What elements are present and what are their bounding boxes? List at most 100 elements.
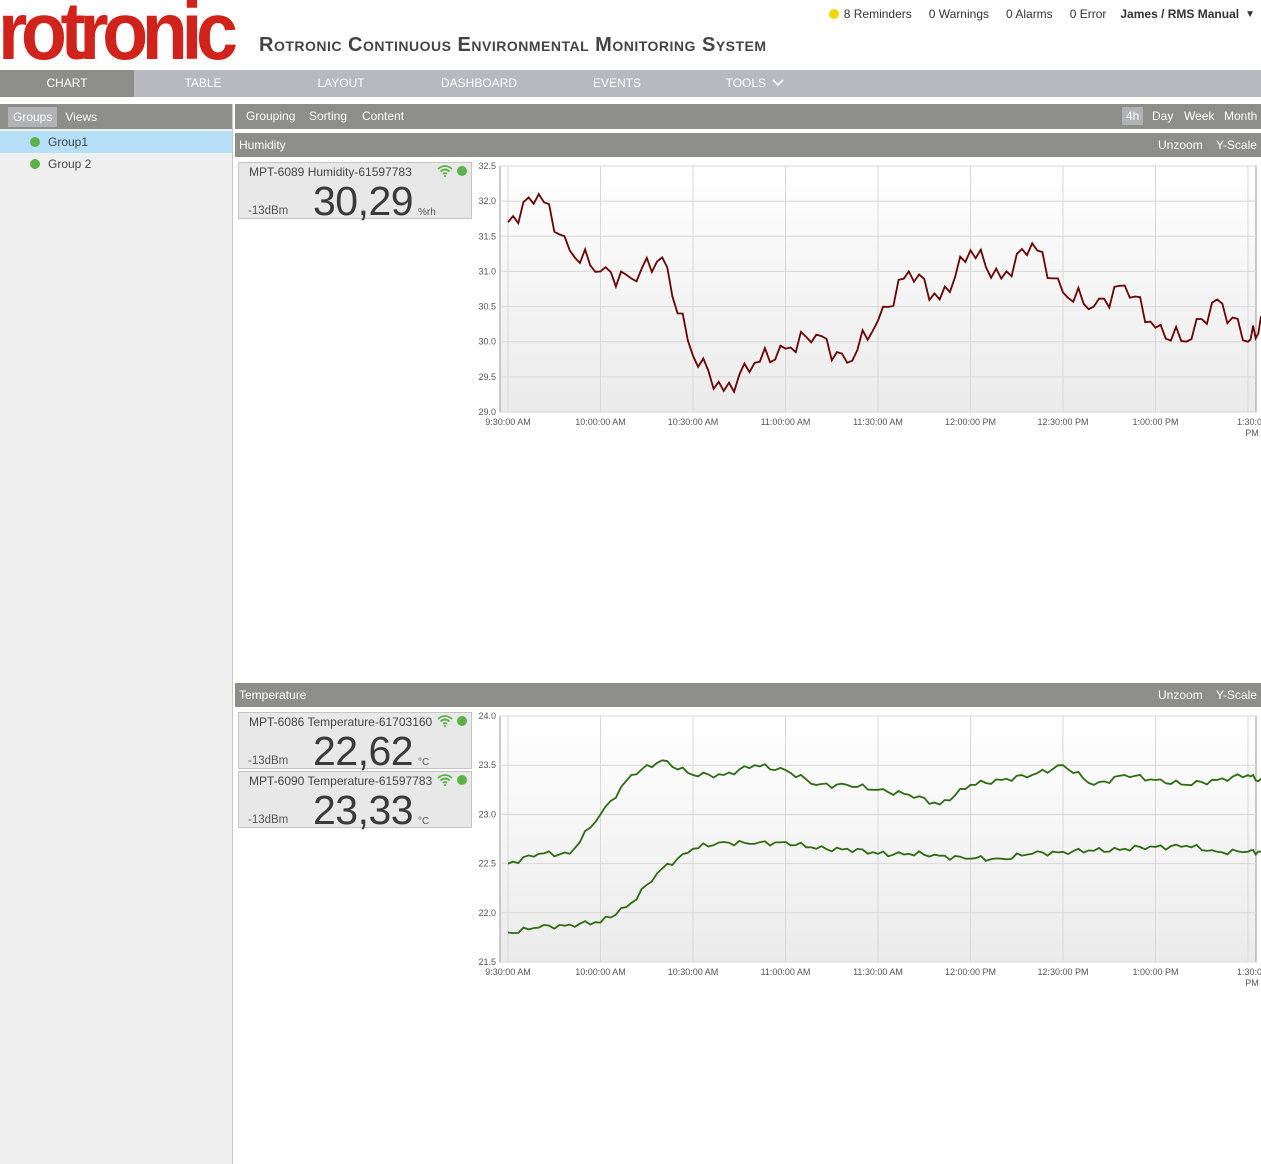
system-title: Rotronic Continuous Environmental Monito… — [259, 34, 767, 56]
tab-groups[interactable]: Groups — [8, 106, 58, 127]
sensor-name: MPT-6089 Humidity-61597783 — [249, 165, 412, 179]
main-nav: CHART TABLE LAYOUT DASHBOARD EVENTS TOOL… — [0, 70, 1261, 97]
x-tick-label: 1:00:00 PM — [1132, 967, 1178, 977]
group-label: Group1 — [48, 135, 89, 149]
y-tick-label: 29.5 — [478, 372, 496, 382]
status-dot-icon — [457, 775, 467, 785]
status-bar: 8 Reminders 0 Warnings 0 Alarms 0 Error … — [812, 7, 1255, 21]
tab-tools[interactable]: TOOLS — [686, 70, 824, 97]
y-tick-label: 30.0 — [478, 337, 496, 347]
group-item[interactable]: Group 2 — [0, 153, 232, 175]
unzoom-button[interactable]: Unzoom — [1158, 138, 1203, 152]
section-title: Humidity — [239, 138, 286, 152]
content-button[interactable]: Content — [362, 109, 404, 123]
warnings-status[interactable]: 0 Warnings — [929, 7, 989, 21]
reminders-label: 8 Reminders — [843, 7, 912, 21]
sensor-unit: °C — [418, 816, 430, 827]
sensor-name: MPT-6090 Temperature-61597783 — [249, 774, 433, 788]
sensor-value: 23,33 — [313, 787, 414, 833]
chevron-down-icon: ▼ — [1245, 8, 1255, 20]
x-tick-label: 12:30:00 PM — [1037, 967, 1088, 977]
x-tick-label: 10:30:00 AM — [668, 967, 719, 977]
temperature-chart[interactable]: 21.5 22.0 22.5 23.0 23.5 24.0 9:30:00 AM 10:00:… — [472, 712, 1261, 992]
range-month-button[interactable]: Month — [1220, 107, 1261, 125]
sensor-card-temperature-1[interactable]: MPT-6086 Temperature-61703160 -13dBm 22,… — [238, 712, 472, 774]
x-tick-label: 11:30:00 AM — [853, 967, 903, 977]
section-title: Temperature — [239, 688, 307, 702]
user-name: James / RMS Manual — [1120, 7, 1240, 21]
user-menu[interactable]: James / RMS Manual ▼ — [1120, 7, 1255, 21]
x-tick-label: 10:30:00 AM — [668, 417, 719, 427]
sensor-name: MPT-6086 Temperature-61703160 — [249, 715, 433, 729]
sensor-value: 30,29 — [313, 178, 414, 224]
x-tick-label: 9:30:00 AM — [485, 967, 531, 977]
x-tick-label: 1:30:00 — [1237, 417, 1261, 427]
sensor-card-humidity[interactable]: MPT-6089 Humidity-61597783 -13dBm 30,29 … — [238, 162, 472, 224]
y-tick-label: 32.5 — [478, 162, 496, 171]
x-tick-label: 10:00:00 AM — [575, 417, 626, 427]
chevron-down-icon — [772, 79, 784, 87]
x-tick-label: 12:00:00 PM — [945, 417, 996, 427]
tab-table[interactable]: TABLE — [134, 70, 272, 97]
left-panel: Groups Views Group1 Group 2 — [0, 104, 233, 1164]
yscale-button[interactable]: Y-Scale — [1216, 138, 1257, 152]
group-item[interactable]: Group1 — [0, 131, 232, 153]
wifi-icon — [437, 715, 453, 727]
y-tick-label: 24.0 — [478, 712, 496, 721]
tab-layout[interactable]: LAYOUT — [272, 70, 410, 97]
sensor-unit: °C — [418, 757, 430, 768]
status-dot-icon — [30, 137, 40, 147]
signal-strength: -13dBm — [248, 755, 289, 767]
chart-toolbar: Grouping Sorting Content 4h Day Week Mon… — [235, 104, 1261, 129]
tab-chart[interactable]: CHART — [0, 70, 134, 97]
temperature-section-header: Temperature Unzoom Y-Scale — [235, 683, 1261, 707]
reminders-status[interactable]: 8 Reminders — [828, 7, 912, 21]
x-tick-label: 9:30:00 AM — [485, 417, 531, 427]
range-week-button[interactable]: Week — [1180, 107, 1218, 125]
status-dot-icon — [30, 159, 40, 169]
status-dot-icon — [457, 166, 467, 176]
sensor-value: 22,62 — [313, 728, 414, 774]
alarms-status[interactable]: 0 Alarms — [1006, 7, 1053, 21]
range-4h-button[interactable]: 4h — [1122, 107, 1144, 125]
signal-strength: -13dBm — [248, 205, 289, 217]
x-tick-label: PM — [1245, 428, 1259, 438]
unzoom-button[interactable]: Unzoom — [1158, 688, 1203, 702]
status-dot-icon — [457, 716, 467, 726]
tab-tools-label: TOOLS — [725, 76, 767, 90]
sorting-button[interactable]: Sorting — [309, 109, 347, 123]
left-panel-tabs: Groups Views — [0, 104, 232, 129]
tab-views[interactable]: Views — [60, 107, 102, 127]
y-tick-label: 23.5 — [478, 760, 496, 770]
reminder-dot-icon — [828, 9, 839, 19]
yscale-button[interactable]: Y-Scale — [1216, 688, 1257, 702]
tab-dashboard[interactable]: DASHBOARD — [410, 70, 548, 97]
y-tick-label: 21.5 — [478, 957, 496, 967]
sensor-unit: %rh — [418, 207, 436, 218]
signal-strength: -13dBm — [248, 814, 289, 826]
x-tick-label: PM — [1245, 978, 1259, 988]
grouping-button[interactable]: Grouping — [246, 109, 295, 123]
wifi-icon — [437, 165, 453, 177]
humidity-section-header: Humidity Unzoom Y-Scale — [235, 133, 1261, 157]
x-tick-label: 11:30:00 AM — [853, 417, 903, 427]
y-tick-label: 22.5 — [478, 859, 496, 869]
y-tick-label: 30.5 — [478, 302, 496, 312]
sensor-card-temperature-2[interactable]: MPT-6090 Temperature-61597783 -13dBm 23,… — [238, 771, 472, 833]
rotronic-logo: rotronic — [0, 0, 238, 77]
group-label: Group 2 — [48, 157, 92, 171]
x-tick-label: 11:00:00 AM — [761, 417, 811, 427]
tab-events[interactable]: EVENTS — [548, 70, 686, 97]
wifi-icon — [437, 774, 453, 786]
y-tick-label: 23.0 — [478, 809, 496, 819]
errors-status[interactable]: 0 Error — [1070, 7, 1107, 21]
y-tick-label: 29.0 — [478, 407, 496, 417]
y-tick-label: 31.5 — [478, 231, 496, 241]
x-tick-label: 1:30:00 — [1237, 967, 1261, 977]
y-tick-label: 22.0 — [478, 908, 496, 918]
range-day-button[interactable]: Day — [1148, 107, 1177, 125]
x-tick-label: 10:00:00 AM — [575, 967, 626, 977]
x-tick-label: 1:00:00 PM — [1132, 417, 1178, 427]
app-header: rotronic Rotronic Continuous Environment… — [0, 0, 1261, 77]
humidity-chart[interactable]: 29.0 29.5 30.0 30.5 31.0 31.5 32.0 32.5 9:30:00 … — [472, 162, 1261, 442]
